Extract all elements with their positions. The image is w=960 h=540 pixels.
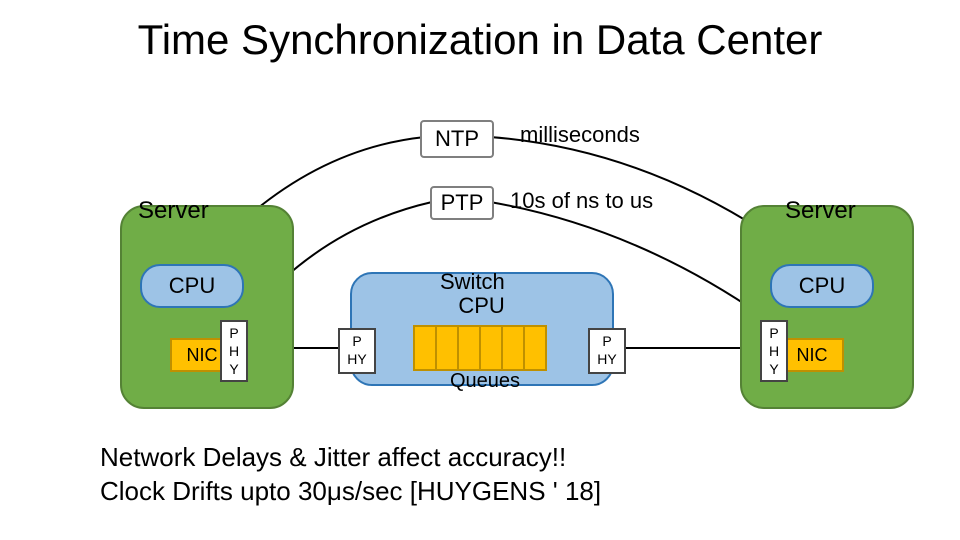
switch-queues-label: Queues [450,370,520,393]
switch-phy-left: PHY [338,328,376,374]
switch-queues [413,325,547,371]
diagram-stage: Time Synchronization in Data Center Serv… [0,0,960,540]
footer-line2: Clock Drifts upto 30μs/sec [HUYGENS ' 18… [100,474,601,508]
switch-phy-right: PHY [588,328,626,374]
cpu-left: CPU [140,264,244,308]
switch-label: Switch CPU [440,270,505,318]
ptp-box: PTP [430,186,494,220]
server-left-label: Server [138,197,209,225]
server-right-label: Server [785,197,856,225]
footer-text: Network Delays & Jitter affect accuracy!… [100,440,601,508]
footer-line1: Network Delays & Jitter affect accuracy!… [100,440,601,474]
ptp-desc: 10s of ns to us [510,188,653,214]
phy-left: PHY [220,320,248,382]
ntp-box: NTP [420,120,494,158]
ntp-desc: milliseconds [520,122,640,148]
page-title: Time Synchronization in Data Center [0,16,960,64]
nic-right: NIC [780,338,844,372]
cpu-right: CPU [770,264,874,308]
phy-right: PHY [760,320,788,382]
